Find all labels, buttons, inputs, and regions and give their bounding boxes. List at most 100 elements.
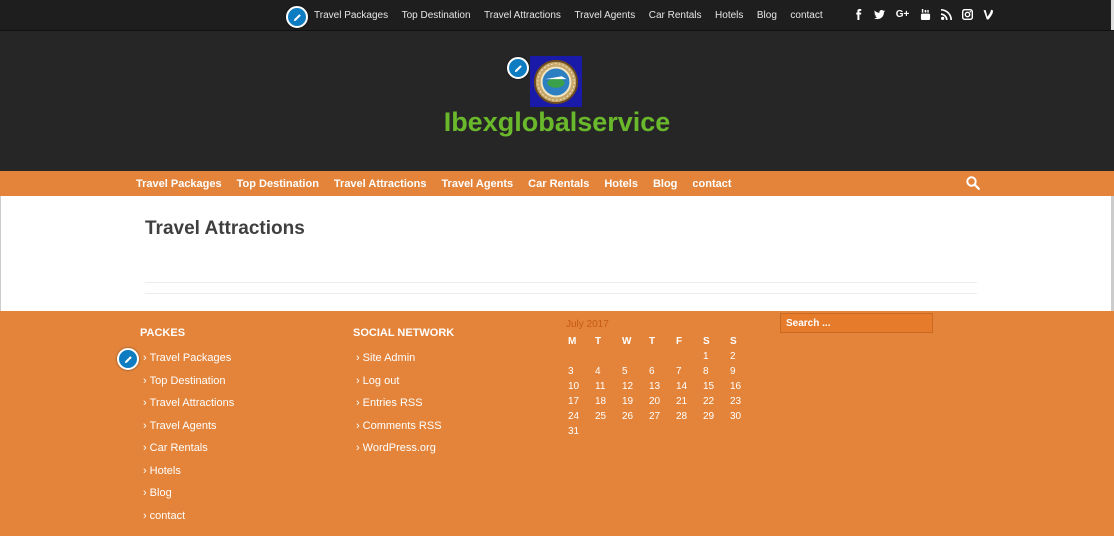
meta-link[interactable]: Comments RSS — [363, 420, 442, 432]
calendar-widget: July 2017 M T W T F S S 12 3456789 10 11 1… — [566, 319, 755, 439]
page-title: Travel Attractions — [145, 218, 305, 239]
list-item[interactable]: › Travel Attractions — [143, 397, 234, 420]
calendar-day: 7 — [676, 366, 682, 377]
packes-link[interactable]: Hotels — [150, 465, 181, 477]
list-item[interactable]: › contact — [143, 510, 234, 533]
packes-link[interactable]: Top Destination — [150, 375, 226, 387]
calendar-day — [701, 424, 728, 439]
calendar-day: 16 — [730, 381, 742, 392]
list-item[interactable]: › Car Rentals — [143, 442, 234, 465]
calendar-day: 14 — [676, 381, 688, 392]
calendar-day: 30 — [730, 411, 742, 422]
meta-link[interactable]: Entries RSS — [363, 397, 423, 409]
calendar-day — [620, 349, 647, 364]
list-item[interactable]: › Comments RSS — [356, 420, 442, 443]
calendar-day: 5 — [622, 366, 628, 377]
youtube-icon[interactable] — [920, 8, 931, 20]
main-nav-hotels[interactable]: Hotels — [604, 178, 638, 190]
calendar-day: 26 — [622, 411, 634, 422]
google-plus-icon[interactable]: G+ — [895, 8, 910, 20]
facebook-icon[interactable] — [853, 8, 864, 20]
calendar-day: 24 — [568, 411, 580, 422]
main-nav-travel-attractions[interactable]: Travel Attractions — [334, 178, 427, 190]
calendar-day: 23 — [730, 396, 742, 407]
top-nav-travel-agents[interactable]: Travel Agents — [574, 10, 635, 21]
site-header: Ibexglobalservice — [0, 31, 1114, 171]
social-list: › Site Admin › Log out › Entries RSS › Comme… — [356, 352, 442, 465]
site-logo[interactable] — [530, 56, 582, 107]
calendar-day: 9 — [730, 366, 736, 377]
packes-link[interactable]: contact — [150, 510, 185, 522]
calendar-day — [593, 424, 620, 439]
weekday-header: T — [649, 336, 656, 347]
packes-widget-title: PACKES — [140, 327, 186, 339]
edit-shortcut-icon[interactable] — [507, 57, 529, 79]
weekday-header: W — [622, 336, 632, 347]
footer-search-input[interactable] — [780, 313, 933, 333]
calendar-day: 17 — [568, 396, 580, 407]
rss-icon[interactable] — [941, 8, 952, 20]
main-nav-travel-packages[interactable]: Travel Packages — [136, 178, 222, 190]
site-title[interactable]: Ibexglobalservice — [0, 107, 1114, 138]
edit-shortcut-icon[interactable] — [286, 6, 308, 28]
site-footer: PACKES › Travel Packages › Top Destination… — [0, 311, 1114, 536]
calendar-day — [593, 349, 620, 364]
main-nav: Travel Packages Top Destination Travel A… — [0, 171, 1114, 196]
twitter-icon[interactable] — [874, 8, 885, 20]
calendar-day: 29 — [703, 411, 715, 422]
list-item[interactable]: › Blog — [143, 487, 234, 510]
social-widget-title: SOCIAL NETWORK — [353, 327, 455, 339]
packes-link[interactable]: Travel Agents — [150, 420, 217, 432]
top-nav-travel-attractions[interactable]: Travel Attractions — [484, 10, 561, 21]
calendar-day: 20 — [649, 396, 661, 407]
packes-link[interactable]: Car Rentals — [150, 442, 208, 454]
weekday-header: S — [703, 336, 710, 347]
packes-link[interactable]: Blog — [150, 487, 172, 499]
main-nav-travel-agents[interactable]: Travel Agents — [441, 178, 513, 190]
top-nav-blog[interactable]: Blog — [757, 10, 777, 21]
main-nav-car-rentals[interactable]: Car Rentals — [528, 178, 589, 190]
main-nav-blog[interactable]: Blog — [653, 178, 677, 190]
calendar-day: 2 — [730, 351, 736, 362]
list-item[interactable]: › Log out — [356, 375, 442, 398]
top-nav: Travel Packages Top Destination Travel A… — [314, 0, 836, 31]
packes-link[interactable]: Travel Packages — [150, 352, 232, 364]
calendar-day: 4 — [595, 366, 601, 377]
calendar-day: 6 — [649, 366, 655, 377]
calendar-day — [620, 424, 647, 439]
list-item[interactable]: › Site Admin — [356, 352, 442, 375]
calendar-day — [728, 424, 755, 439]
calendar-day: 21 — [676, 396, 688, 407]
weekday-header: S — [730, 336, 737, 347]
meta-link[interactable]: Site Admin — [363, 352, 416, 364]
list-item[interactable]: › Top Destination — [143, 375, 234, 398]
meta-link[interactable]: WordPress.org — [363, 442, 436, 454]
main-nav-contact[interactable]: contact — [692, 178, 731, 190]
list-item[interactable]: › Travel Packages — [143, 352, 234, 375]
main-nav-top-destination[interactable]: Top Destination — [237, 178, 319, 190]
top-bar: Travel Packages Top Destination Travel A… — [0, 0, 1114, 31]
list-item[interactable]: › WordPress.org — [356, 442, 442, 465]
list-item[interactable]: › Hotels — [143, 465, 234, 488]
meta-link[interactable]: Log out — [363, 375, 400, 387]
instagram-icon[interactable] — [962, 8, 973, 20]
packes-link[interactable]: Travel Attractions — [150, 397, 235, 409]
top-nav-top-destination[interactable]: Top Destination — [402, 10, 471, 21]
top-nav-contact[interactable]: contact — [790, 10, 822, 21]
search-icon[interactable] — [966, 176, 980, 190]
weekday-header: M — [568, 336, 577, 347]
list-item[interactable]: › Entries RSS — [356, 397, 442, 420]
top-nav-car-rentals[interactable]: Car Rentals — [649, 10, 702, 21]
divider — [145, 282, 977, 283]
weekday-header: F — [676, 336, 683, 347]
calendar-day: 13 — [649, 381, 661, 392]
calendar-day — [674, 424, 701, 439]
divider — [145, 293, 977, 294]
list-item[interactable]: › Travel Agents — [143, 420, 234, 443]
top-nav-hotels[interactable]: Hotels — [715, 10, 743, 21]
calendar-day: 15 — [703, 381, 715, 392]
edit-shortcut-icon[interactable] — [117, 348, 139, 370]
vine-icon[interactable] — [983, 8, 994, 20]
top-nav-travel-packages[interactable]: Travel Packages — [314, 10, 388, 21]
calendar-day: 22 — [703, 396, 715, 407]
